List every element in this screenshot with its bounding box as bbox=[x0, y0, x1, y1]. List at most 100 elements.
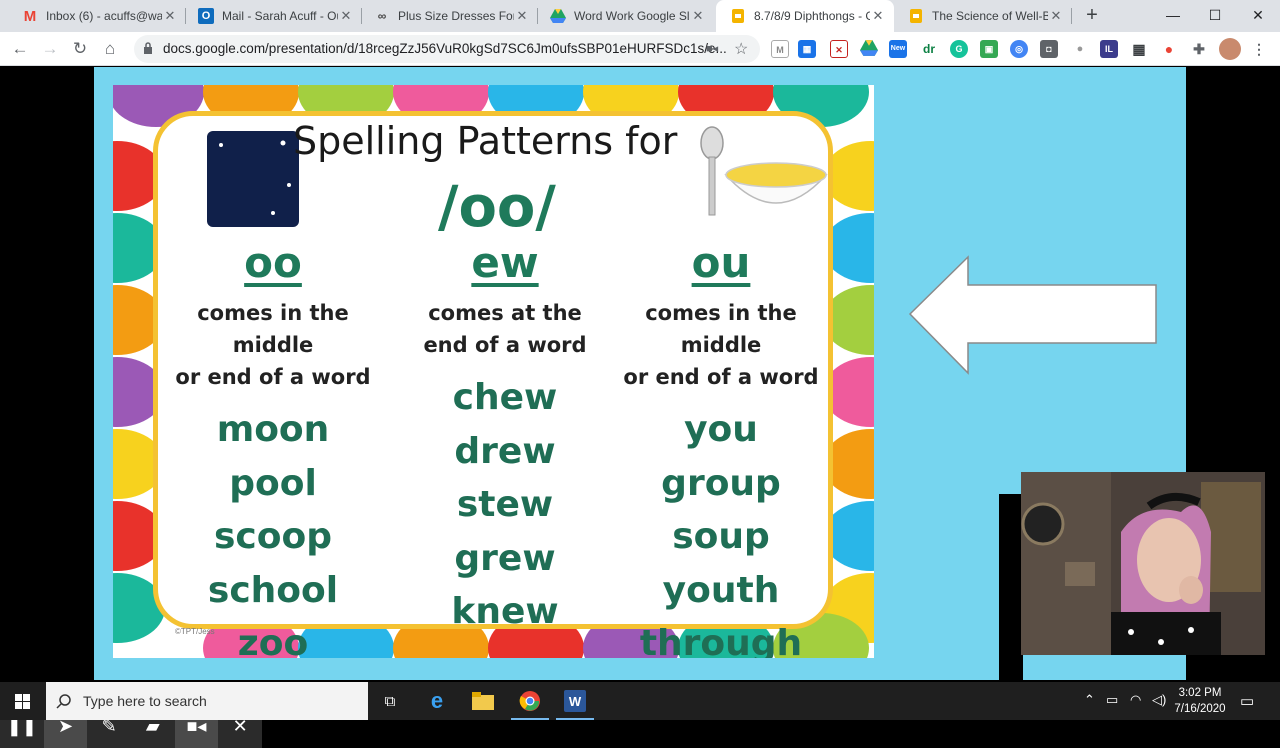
dr-extension-icon[interactable]: dr bbox=[920, 40, 938, 58]
address-bar[interactable]: docs.google.com/presentation/d/18rcegZzJ… bbox=[134, 35, 760, 63]
word-list: you group soup youth through bbox=[606, 403, 836, 658]
notifications-icon[interactable]: ▭ bbox=[1240, 692, 1254, 710]
close-tab-icon[interactable]: ✕ bbox=[162, 8, 178, 24]
close-tab-icon[interactable]: ✕ bbox=[1048, 8, 1064, 24]
word: you bbox=[684, 409, 758, 450]
avatar[interactable] bbox=[1219, 38, 1241, 60]
moon-icon bbox=[207, 131, 299, 227]
clock-date: 7/16/2020 bbox=[1174, 703, 1226, 715]
gmail-extension-icon[interactable]: M bbox=[771, 40, 789, 58]
spelling-poster: Spelling Patterns for /oo/ oo comes in t… bbox=[113, 85, 874, 658]
grammarly-icon[interactable]: G bbox=[950, 40, 968, 58]
taskbar-clock[interactable]: 3:02 PM 7/16/2020 bbox=[1170, 685, 1230, 717]
webcam-overlay[interactable] bbox=[1021, 472, 1265, 655]
tab-title: Inbox (6) - acuffs@wats bbox=[46, 9, 162, 23]
back-icon[interactable]: ← bbox=[8, 37, 32, 61]
pattern-column-ou: ou comes in the middle or end of a word … bbox=[606, 235, 836, 658]
close-window-button[interactable]: ✕ bbox=[1235, 0, 1280, 32]
word: through bbox=[639, 623, 803, 658]
word-list: moon pool scoop school zoo bbox=[158, 403, 388, 658]
windows-logo-icon bbox=[15, 694, 30, 709]
wifi-icon[interactable]: ◠ bbox=[1130, 692, 1141, 708]
poster-title: Spelling Patterns for bbox=[293, 119, 678, 163]
shield-extension-icon[interactable]: ◘ bbox=[1040, 40, 1058, 58]
small-extension-icon[interactable]: ● bbox=[1071, 40, 1089, 58]
minimize-button[interactable]: — bbox=[1150, 0, 1196, 32]
word-list: chew drew stew grew knew bbox=[390, 371, 620, 639]
home-icon[interactable]: ⌂ bbox=[98, 37, 122, 61]
circle-extension-icon[interactable]: ◎ bbox=[1010, 40, 1028, 58]
battery-icon[interactable]: ▭ bbox=[1106, 692, 1118, 708]
windows-start-button[interactable] bbox=[0, 682, 45, 720]
tab-outlook[interactable]: O Mail - Sarah Acuff - Outl ✕ bbox=[184, 0, 362, 32]
google-drive-extension-icon[interactable] bbox=[860, 40, 878, 58]
edge-icon[interactable]: e bbox=[414, 682, 460, 720]
pattern-description: comes in the middle or end of a word bbox=[158, 297, 388, 393]
pattern-desc-line: comes in the middle bbox=[645, 301, 797, 357]
pattern-head: ew bbox=[471, 238, 539, 287]
pattern-desc-line: or end of a word bbox=[623, 365, 819, 389]
outlook-icon: O bbox=[198, 8, 214, 24]
new-tab-button[interactable]: + bbox=[1082, 4, 1102, 28]
red-x-extension-icon[interactable]: ✕ bbox=[830, 40, 848, 58]
pattern-column-oo: oo comes in the middle or end of a word … bbox=[158, 235, 388, 658]
word-icon[interactable]: W bbox=[552, 682, 598, 720]
reload-icon[interactable]: ↻ bbox=[68, 37, 92, 61]
google-slides-icon bbox=[908, 8, 924, 24]
tab-gmail[interactable]: M Inbox (6) - acuffs@wats ✕ bbox=[8, 0, 186, 32]
close-tab-icon[interactable]: ✕ bbox=[870, 8, 886, 24]
tab-strip: M Inbox (6) - acuffs@wats ✕ O Mail - Sar… bbox=[0, 0, 1280, 32]
webcam-image bbox=[1021, 472, 1265, 655]
tab-dresses[interactable]: ∞ Plus Size Dresses For W ✕ bbox=[360, 0, 538, 32]
volume-icon[interactable]: ◁) bbox=[1152, 692, 1166, 708]
grid-extension-icon[interactable]: ▦ bbox=[1130, 40, 1148, 58]
tab-title: The Science of Well-Bei bbox=[932, 9, 1048, 23]
search-icon bbox=[56, 694, 71, 709]
file-explorer-icon[interactable] bbox=[460, 682, 506, 720]
maximize-button[interactable]: ☐ bbox=[1192, 0, 1238, 32]
ii-extension-icon[interactable]: IL bbox=[1100, 40, 1118, 58]
close-tab-icon[interactable]: ✕ bbox=[338, 8, 354, 24]
word: school bbox=[207, 569, 339, 611]
close-tab-icon[interactable]: ✕ bbox=[514, 8, 530, 24]
menu-icon[interactable]: ⋮ bbox=[1250, 40, 1268, 58]
google-drive-icon bbox=[550, 8, 566, 24]
pattern-head: ou bbox=[691, 238, 751, 287]
close-tab-icon[interactable]: ✕ bbox=[690, 8, 706, 24]
browser-toolbar: ← → ↻ ⌂ docs.google.com/presentation/d/1… bbox=[0, 32, 1280, 66]
camera-icon[interactable]: ■◂ bbox=[706, 42, 718, 55]
google-slides-icon bbox=[730, 8, 746, 24]
search-placeholder: Type here to search bbox=[83, 693, 207, 709]
svg-text:W: W bbox=[569, 694, 582, 709]
pattern-desc-line: comes in the middle bbox=[197, 301, 349, 357]
tab-diphthongs[interactable]: 8.7/8/9 Diphthongs - G ✕ bbox=[716, 0, 894, 32]
tab-title: Mail - Sarah Acuff - Outl bbox=[222, 9, 338, 23]
task-view-icon[interactable]: ⧉ bbox=[367, 682, 413, 720]
word: drew bbox=[454, 430, 556, 472]
pattern-desc-line: end of a word bbox=[423, 333, 587, 357]
show-hidden-icons-icon[interactable]: ⌃ bbox=[1084, 692, 1095, 708]
taskbar-search-box[interactable]: Type here to search bbox=[46, 682, 368, 720]
green-square-extension-icon[interactable]: ▣ bbox=[980, 40, 998, 58]
pattern-desc-line: or end of a word bbox=[175, 365, 371, 389]
chrome-icon[interactable] bbox=[507, 682, 553, 720]
forward-icon[interactable]: → bbox=[38, 37, 62, 61]
bookmark-star-icon[interactable]: ☆ bbox=[734, 39, 748, 59]
pattern-column-ew: ew comes at the end of a word chew drew … bbox=[390, 235, 620, 639]
word: scoop bbox=[213, 516, 332, 557]
bam-extension-icon[interactable]: ▦ bbox=[798, 40, 816, 58]
webcam-backdrop bbox=[999, 494, 1023, 680]
tab-title: Word Work Google Slide bbox=[574, 9, 690, 23]
pattern-head: oo bbox=[244, 238, 302, 287]
tab-word-work[interactable]: Word Work Google Slide ✕ bbox=[536, 0, 714, 32]
pattern-description: comes at the end of a word bbox=[390, 297, 620, 361]
credit-text: ©TPT/Jess bbox=[175, 627, 215, 636]
left-arrow-shape bbox=[908, 255, 1157, 375]
tab-title: Plus Size Dresses For W bbox=[398, 9, 514, 23]
tab-well-being[interactable]: The Science of Well-Bei ✕ bbox=[894, 0, 1072, 32]
word: soup bbox=[672, 516, 770, 557]
tab-title: 8.7/8/9 Diphthongs - G bbox=[754, 9, 870, 23]
puzzle-extensions-icon[interactable]: ✚ bbox=[1190, 40, 1208, 58]
new-extension-icon[interactable]: New bbox=[889, 40, 907, 58]
record-extension-icon[interactable]: ● bbox=[1160, 40, 1178, 58]
